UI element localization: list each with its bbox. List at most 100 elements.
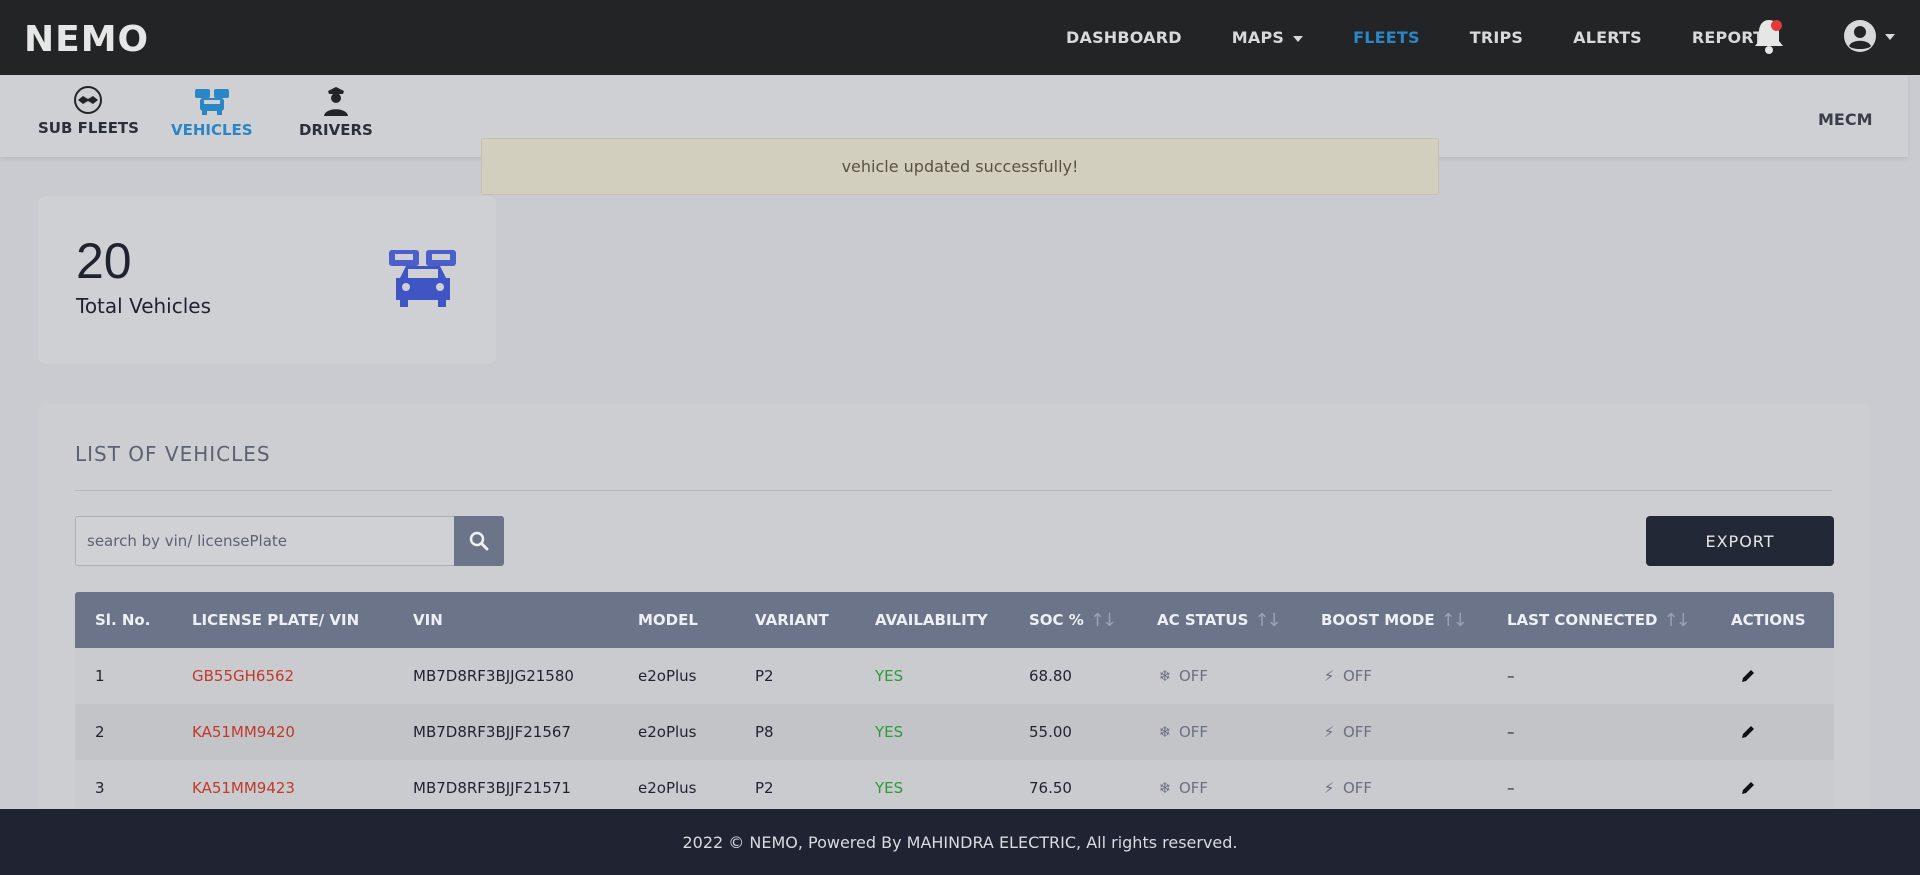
- cell-sl: 2: [95, 723, 105, 741]
- total-vehicles-label: Total Vehicles: [76, 294, 212, 318]
- nav-maps[interactable]: MAPS: [1232, 28, 1304, 47]
- organization-name: MECM: [1818, 110, 1873, 129]
- search-button[interactable]: [454, 516, 504, 566]
- subnav-sub-fleets-label: SUB FLEETS: [38, 119, 139, 137]
- col-sl-no: Sl. No.: [95, 611, 151, 629]
- divider: [75, 490, 1832, 491]
- user-caret-down-icon: [1885, 34, 1895, 40]
- boost-icon: ⚡: [1323, 779, 1335, 797]
- top-navbar: NEMO DASHBOARD MAPS FLEETS TRIPS ALERTS …: [0, 0, 1920, 75]
- cell-license-plate[interactable]: GB55GH6562: [192, 648, 294, 704]
- nav-fleets[interactable]: FLEETS: [1353, 28, 1420, 47]
- vehicles-table: Sl. No. LICENSE PLATE/ VIN VIN MODEL VAR…: [75, 592, 1834, 816]
- export-button[interactable]: EXPORT: [1646, 516, 1834, 566]
- edit-pencil-icon[interactable]: [1740, 780, 1756, 796]
- col-ac-status[interactable]: AC STATUS ↑↓: [1157, 592, 1282, 648]
- sort-icon[interactable]: ↑↓: [1254, 610, 1281, 631]
- snowflake-icon: ❄: [1158, 779, 1172, 797]
- vehicles-fleet-icon: [389, 250, 456, 307]
- cell-soc: 55.00: [1029, 723, 1072, 741]
- col-license-plate: LICENSE PLATE/ VIN: [192, 611, 360, 629]
- nav-fleets-label: FLEETS: [1353, 28, 1420, 47]
- nav-alerts[interactable]: ALERTS: [1573, 28, 1642, 47]
- search-input[interactable]: [75, 516, 455, 566]
- col-variant: VARIANT: [755, 611, 829, 629]
- ac-status-value: OFF: [1179, 723, 1209, 741]
- boost-mode-value: OFF: [1343, 723, 1373, 741]
- table-row: 2 KA51MM9420 MB7D8RF3BJJF21567 e2oPlus P…: [75, 704, 1834, 760]
- cell-availability: YES: [875, 779, 904, 797]
- edit-pencil-icon[interactable]: [1740, 724, 1756, 740]
- col-boost-mode[interactable]: BOOST MODE ↑↓: [1321, 592, 1468, 648]
- cell-last-connected: –: [1507, 779, 1515, 797]
- footer: 2022 © NEMO, Powered By MAHINDRA ELECTRI…: [0, 809, 1920, 875]
- col-ac-status-label: AC STATUS: [1157, 611, 1249, 629]
- cell-last-connected: –: [1507, 723, 1515, 741]
- list-title: LIST OF VEHICLES: [75, 442, 271, 466]
- cell-actions: [1740, 704, 1756, 760]
- sort-icon[interactable]: ↑↓: [1663, 610, 1690, 631]
- success-toast: vehicle updated successfully!: [481, 138, 1439, 195]
- nav-dashboard-label: DASHBOARD: [1066, 28, 1182, 47]
- table-header: Sl. No. LICENSE PLATE/ VIN VIN MODEL VAR…: [75, 592, 1834, 648]
- cell-variant: P8: [755, 723, 774, 741]
- vehicle-list-card: LIST OF VEHICLES EXPORT Sl. No. LICENSE …: [38, 404, 1870, 875]
- cell-license-plate[interactable]: KA51MM9420: [192, 704, 295, 760]
- col-soc[interactable]: SOC % ↑↓: [1029, 592, 1117, 648]
- col-soc-label: SOC %: [1029, 611, 1084, 629]
- handshake-icon: [74, 86, 103, 114]
- ac-status-value: OFF: [1179, 667, 1209, 685]
- cell-boost-mode: ⚡ OFF: [1321, 760, 1372, 816]
- cell-variant: P2: [755, 667, 774, 685]
- cell-soc: 68.80: [1029, 667, 1072, 685]
- ac-status-value: OFF: [1179, 779, 1209, 797]
- col-boost-mode-label: BOOST MODE: [1321, 611, 1435, 629]
- cell-boost-mode: ⚡ OFF: [1321, 704, 1372, 760]
- cell-ac-status: ❄ OFF: [1157, 760, 1208, 816]
- subnav-sub-fleets[interactable]: SUB FLEETS: [38, 85, 139, 137]
- cell-actions: [1740, 760, 1756, 816]
- cell-vin: MB7D8RF3BJJF21567: [413, 723, 571, 741]
- footer-text: 2022 © NEMO, Powered By MAHINDRA ELECTRI…: [682, 832, 1238, 852]
- subnav-drivers-label: DRIVERS: [299, 121, 373, 139]
- cell-ac-status: ❄ OFF: [1157, 704, 1208, 760]
- nav-trips-label: TRIPS: [1469, 28, 1524, 47]
- total-vehicles-count: 20: [76, 233, 132, 289]
- col-actions: ACTIONS: [1731, 611, 1806, 629]
- toast-message: vehicle updated successfully!: [841, 157, 1079, 176]
- search-icon: [469, 531, 489, 551]
- cell-license-plate[interactable]: KA51MM9423: [192, 760, 295, 816]
- edit-pencil-icon[interactable]: [1740, 668, 1756, 684]
- table-row: 3 KA51MM9423 MB7D8RF3BJJF21571 e2oPlus P…: [75, 760, 1834, 816]
- cell-boost-mode: ⚡ OFF: [1321, 648, 1372, 704]
- col-vin: VIN: [413, 611, 443, 629]
- nemo-logo[interactable]: NEMO: [24, 19, 149, 60]
- cell-model: e2oPlus: [638, 723, 697, 741]
- col-last-connected[interactable]: LAST CONNECTED ↑↓: [1507, 592, 1691, 648]
- col-last-connected-label: LAST CONNECTED: [1507, 611, 1658, 629]
- sort-icon[interactable]: ↑↓: [1090, 610, 1117, 631]
- notification-badge: [1771, 20, 1782, 31]
- cell-ac-status: ❄ OFF: [1157, 648, 1208, 704]
- nav-trips[interactable]: TRIPS: [1470, 28, 1523, 47]
- cars-icon: [194, 89, 229, 115]
- cell-vin: MB7D8RF3BJJG21580: [413, 667, 574, 685]
- boost-icon: ⚡: [1323, 667, 1335, 685]
- cell-sl: 3: [95, 779, 105, 797]
- subnav-vehicles[interactable]: VEHICLES: [171, 85, 253, 139]
- boost-mode-value: OFF: [1343, 779, 1373, 797]
- user-menu[interactable]: [1843, 18, 1895, 54]
- cell-vin: MB7D8RF3BJJF21571: [413, 779, 571, 797]
- cell-actions: [1740, 648, 1756, 704]
- cell-last-connected: –: [1507, 667, 1515, 685]
- subnav-drivers[interactable]: DRIVERS: [299, 85, 373, 139]
- col-availability: AVAILABILITY: [875, 611, 988, 629]
- cell-soc: 76.50: [1029, 779, 1072, 797]
- nav-dashboard[interactable]: DASHBOARD: [1066, 28, 1182, 47]
- cell-model: e2oPlus: [638, 779, 697, 797]
- cell-sl: 1: [95, 667, 105, 685]
- nav-alerts-label: ALERTS: [1573, 28, 1642, 47]
- main-nav: DASHBOARD MAPS FLEETS TRIPS ALERTS REPOR…: [1066, 0, 1826, 75]
- table-row: 1 GB55GH6562 MB7D8RF3BJJG21580 e2oPlus P…: [75, 648, 1834, 704]
- sort-icon[interactable]: ↑↓: [1441, 610, 1468, 631]
